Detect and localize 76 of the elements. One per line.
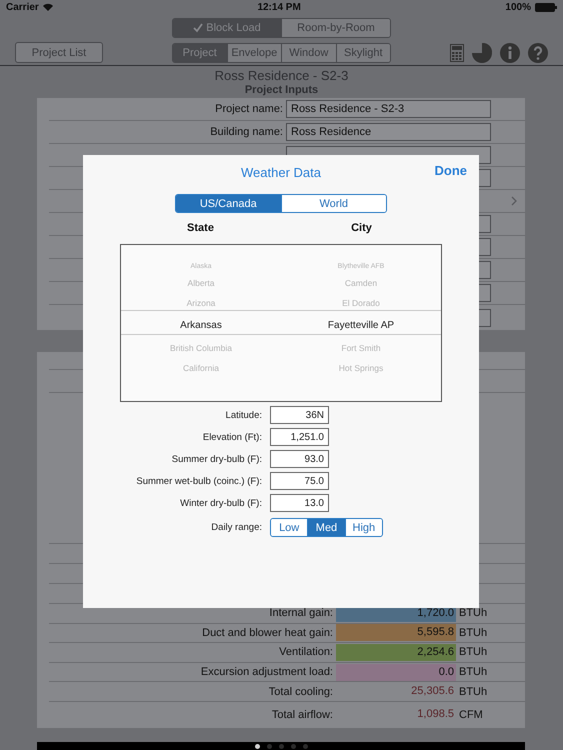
- unit-label: BTUh: [458, 666, 488, 678]
- input-field[interactable]: 93.0: [270, 450, 329, 468]
- wifi-icon: [42, 3, 53, 11]
- project-list-button[interactable]: Project List: [15, 42, 103, 63]
- unit-label: CFM: [458, 708, 483, 721]
- field-label: Summer dry-bulb (F):: [170, 454, 263, 464]
- value-bar: 5,595.8: [336, 624, 456, 642]
- carrier-text: Carrier: [6, 2, 39, 12]
- range-option[interactable]: High: [344, 519, 382, 536]
- section-tab[interactable]: Skylight: [336, 44, 390, 62]
- result-label: Excursion adjustment load:: [200, 666, 334, 678]
- done-button[interactable]: Done: [434, 163, 467, 178]
- field-label: Project name:: [214, 103, 284, 115]
- column-header: State: [186, 222, 215, 236]
- result-label: Ventilation:: [278, 646, 334, 658]
- mode-tab[interactable]: Block Load: [173, 19, 281, 37]
- page-dot[interactable]: [254, 744, 260, 748]
- region-tab[interactable]: US/Canada: [176, 195, 280, 212]
- value-bar: 2,254.6: [336, 644, 456, 661]
- section-tab[interactable]: Project: [173, 44, 226, 62]
- field-label: Daily range:: [210, 522, 263, 533]
- field-label: Latitude:: [224, 410, 263, 420]
- result-label: Internal gain:: [268, 607, 334, 620]
- field-label: Elevation (Ft):: [202, 432, 263, 442]
- picker-item[interactable]: Alberta: [188, 273, 214, 293]
- unit-label: BTUh: [458, 607, 488, 620]
- section-tab[interactable]: Window: [281, 44, 336, 62]
- project-title: Ross Residence - S2-3: [214, 68, 350, 83]
- check-icon: [193, 23, 204, 33]
- section-tab[interactable]: Envelope: [226, 44, 281, 62]
- range-option[interactable]: Low: [271, 519, 308, 536]
- chevron-icon[interactable]: [511, 196, 517, 206]
- region-tab[interactable]: World: [280, 195, 386, 212]
- range-option[interactable]: Med: [307, 519, 345, 536]
- page-dot[interactable]: [302, 744, 308, 748]
- page-dot[interactable]: [266, 744, 272, 748]
- input-field[interactable]: Ross Residence - S2-3: [286, 100, 491, 118]
- field-label: Summer wet-bulb (coinc.) (F):: [135, 476, 263, 486]
- page-dot[interactable]: [290, 744, 296, 748]
- input-field[interactable]: 13.0: [270, 494, 329, 512]
- input-field[interactable]: 1,251.0: [270, 428, 329, 446]
- input-field[interactable]: 75.0: [270, 472, 329, 490]
- picker-item[interactable]: Arkansas: [180, 313, 222, 338]
- info-icon[interactable]: [500, 42, 520, 62]
- unit-label: BTUh: [458, 646, 488, 658]
- input-field[interactable]: 36N: [270, 406, 329, 424]
- field-label: Winter dry-bulb (F):: [179, 498, 263, 508]
- picker-item[interactable]: Fayetteville AP: [328, 313, 394, 338]
- page-dot[interactable]: [278, 744, 284, 748]
- unit-label: BTUh: [458, 626, 488, 639]
- column-header: City: [350, 222, 373, 236]
- field-label: Building name:: [209, 126, 284, 138]
- picker-item[interactable]: Camden: [344, 273, 378, 293]
- picker-item[interactable]: Hot Springs: [338, 358, 384, 378]
- pie-chart-icon[interactable]: [472, 42, 492, 62]
- picker-item[interactable]: Arizona: [186, 293, 216, 313]
- result-label: Total cooling:: [268, 686, 334, 698]
- section-title: Project Inputs: [244, 84, 320, 98]
- clock-text: 12:14 PM: [257, 2, 301, 12]
- input-field[interactable]: Ross Residence: [286, 123, 491, 141]
- picker-item[interactable]: British Columbia: [170, 338, 232, 358]
- battery-icon: [535, 2, 557, 12]
- result-label: Total airflow:: [270, 708, 334, 721]
- result-label: Duct and blower heat gain:: [201, 626, 334, 639]
- picker-item[interactable]: El Dorado: [342, 293, 380, 313]
- help-icon[interactable]: [528, 42, 548, 62]
- calculator-icon[interactable]: [450, 44, 464, 62]
- total-value: 25,305.6: [410, 684, 455, 700]
- picker-item[interactable]: Fort Smith: [341, 338, 381, 358]
- picker-item[interactable]: California: [183, 358, 219, 378]
- total-value: 1,098.5: [416, 707, 455, 722]
- battery-text: 100%: [505, 2, 531, 12]
- unit-label: BTUh: [458, 686, 488, 698]
- mode-tab[interactable]: Room-by-Room: [281, 19, 390, 37]
- dialog-title: Weather Data: [241, 164, 321, 180]
- value-bar: 0.0: [336, 664, 456, 681]
